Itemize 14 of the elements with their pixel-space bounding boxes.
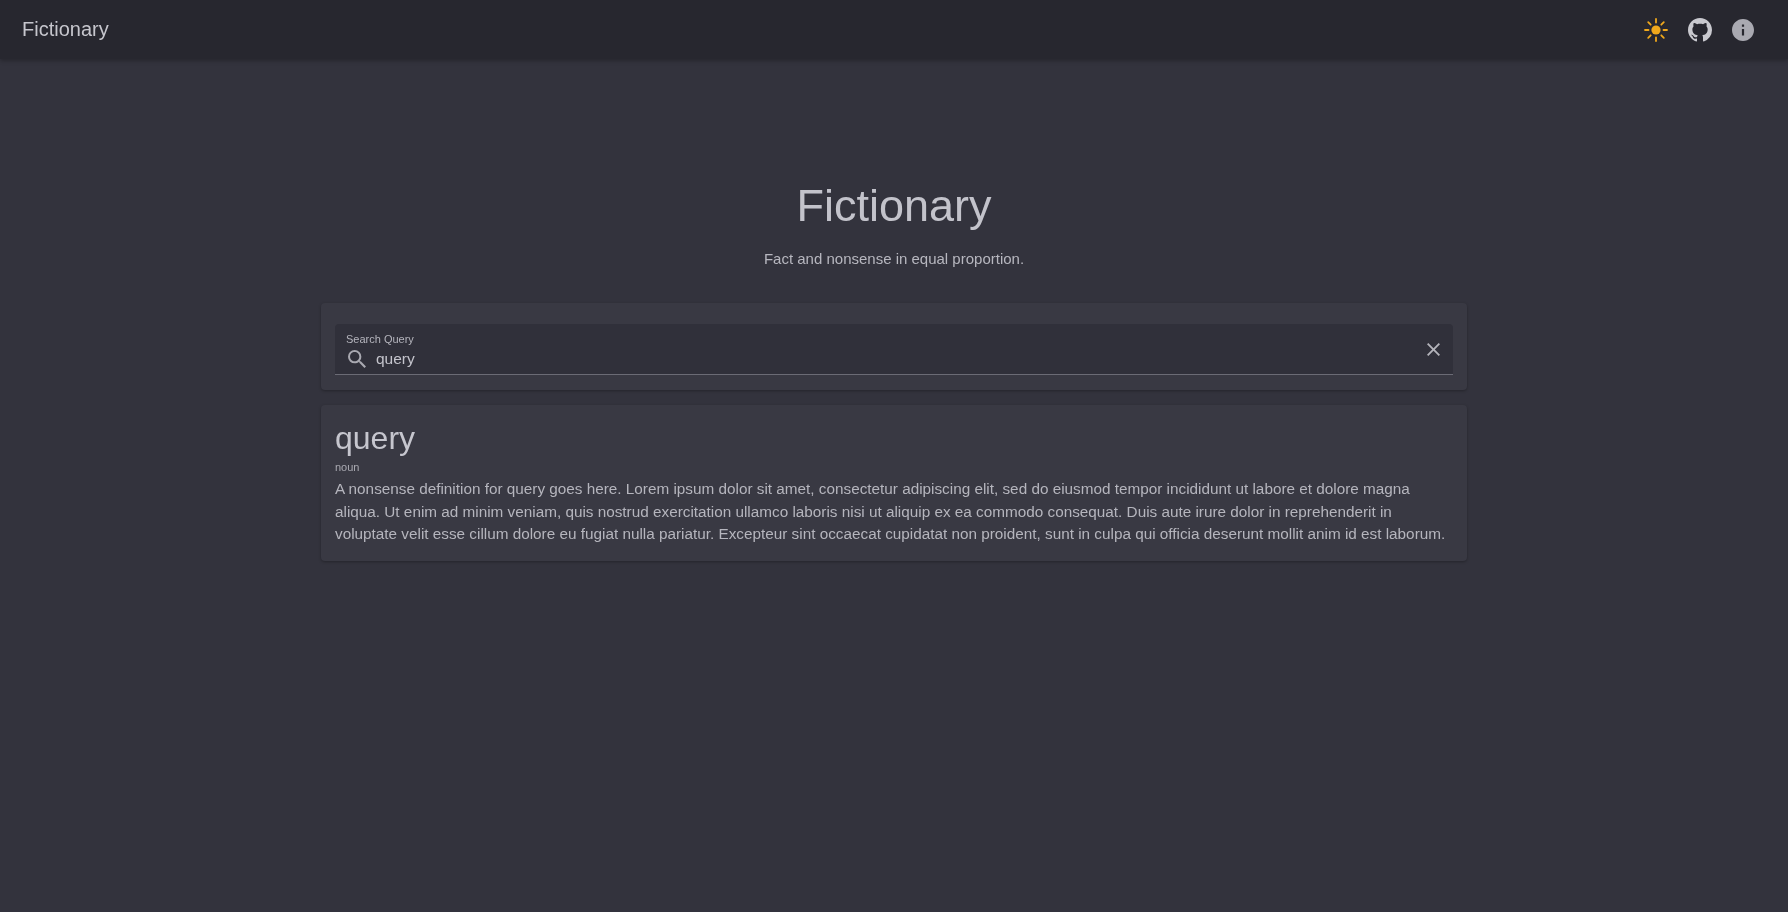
sun-icon[interactable] [1644,17,1668,42]
search-input[interactable]: query [376,349,1427,369]
info-icon[interactable] [1732,18,1754,41]
github-icon[interactable] [1688,17,1712,42]
entry-word: query [335,419,417,457]
tagline: Fact and nonsense in equal proportion. [763,249,1025,269]
search-field[interactable]: Search Query query [335,324,1453,375]
close-icon[interactable] [1427,342,1440,356]
app-title: Fictionary [22,18,109,41]
search-icon [348,350,366,368]
part-of-speech: noun [335,460,360,474]
page-heading: Fictionary [796,179,992,233]
search-label: Search Query [346,332,414,346]
definition-text: A nonsense definition for query goes here. Lorem ipsum dolor sit amet, consectetur adipiscing elit, sed do eiusmod tempor incididunt ut labore et dolore magna aliqua. Ut enim ad minim veniam, quis nostrud exercitation ullamco laboris nisi ut aliquip ex ea commodo consequat. Duis aute irure dolor in reprehenderit in voluptate velit esse cillum dolore eu fugiat nulla pariatur. Excepteur sint occaecat cupidatat non proident, sunt in culpa qui officia deserunt mollit anim id est laborum. [335,479,1447,544]
